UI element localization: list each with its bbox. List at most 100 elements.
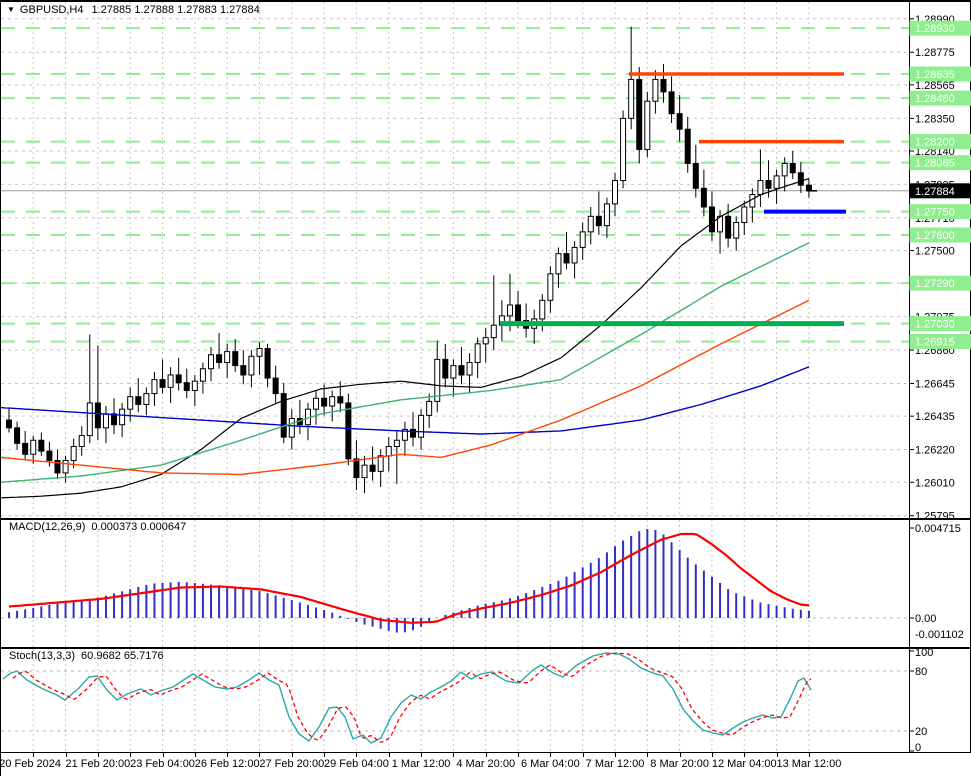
time-axis-label: 13 Mar 12:00 [776,758,842,770]
candle-body [539,299,546,320]
candle-body [111,413,118,426]
candle-body [6,419,12,429]
time-axis-tick [259,753,261,757]
time-axis-tick [194,753,196,757]
time-axis-tick [615,753,616,757]
candle-body [183,382,190,391]
chart-title: ▼ GBPUSD,H4 1.27885 1.27888 1.27883 1.2788… [7,4,260,16]
candle-body [628,78,635,119]
macd-values: 0.000373 0.000647 [91,521,187,533]
stoch-name: Stoch(13,3,3) [9,650,76,662]
candle-body [248,355,255,376]
candle-body [14,427,21,444]
candle-body [337,396,344,404]
time-axis-tick [324,753,326,757]
candle-body [765,180,772,189]
price-axis-label: 1.26010 [915,477,955,489]
candle-body [30,439,37,455]
macd-name: MACD(12,26,9) [9,521,86,533]
price-level-badge-label: 1.27030 [915,319,955,331]
candle-body [62,459,69,474]
candle-body [240,365,247,376]
time-axis-label: 1 Mar 12:00 [391,758,451,770]
candle-body [442,358,449,379]
candle-body [684,128,691,164]
price-level-badge-label: 1.28635 [915,69,955,81]
candle-body [119,408,126,426]
candle-body [725,215,732,239]
candle-body [612,180,618,205]
candle-body [636,78,643,150]
stoch-axis-label: 80 [915,666,927,678]
candle-body [708,206,715,233]
candle-body [393,439,400,447]
time-axis-tick [776,753,778,757]
price-axis-label: 1.26645 [915,378,955,390]
candle-body [555,253,562,275]
macd-signal-line [8,532,810,624]
candle-body [345,402,352,460]
candle-body [256,348,263,357]
candle-body [458,365,465,376]
stoch-axis-label: 0 [915,742,921,753]
candle-body [159,379,166,388]
time-axis[interactable]: 20 Feb 2024 21 Feb 20:00 23 Feb 04:00 26 Fe… [0,753,971,776]
candle-body [86,402,93,437]
price-axis-label: 1.25795 [915,511,955,519]
time-axis-label: 21 Feb 20:00 [65,758,131,770]
candle-body [595,215,602,227]
candle-body [474,343,481,364]
price-axis-label: 1.28350 [915,113,955,125]
candle-body [175,374,182,384]
candle-body [102,413,109,429]
candle-body [369,464,376,472]
stoch-values: 60.9682 65.7176 [81,650,164,662]
main-chart-panel[interactable]: 1.289901.287751.285651.283501.281401.279… [1,1,971,519]
candle-body [38,439,45,452]
price-axis-label: 1.26220 [915,445,955,457]
candle-body [216,354,223,364]
horizontal-gridlines [1,18,909,517]
collapse-quotes-icon[interactable]: ▼ [7,5,15,14]
time-axis-tick [97,753,99,757]
candle-body [587,215,594,233]
candle-body [660,78,667,93]
candle-body [313,397,320,410]
candle-body [571,246,578,264]
candle-body [361,464,368,479]
macd-panel[interactable]: 0.004715 0.00 -0.001102 [1,519,971,648]
candle-body [579,231,586,248]
stoch-panel[interactable]: 100 80 20 0 [1,648,971,753]
macd-axis-label: -0.001102 [915,629,964,641]
candle-body [288,417,295,438]
candle-body [563,253,570,264]
candle-body [692,162,699,189]
candle-body [603,203,610,227]
candle-body [781,162,788,177]
time-axis-tick [356,753,358,757]
candle-body [676,113,683,130]
candle-body [426,400,433,416]
candles-layer [6,26,812,494]
price-level-badge-label: 1.28930 [915,23,955,35]
candle-body [329,396,336,407]
time-axis-label: 26 Feb 12:00 [194,758,260,770]
time-axis-label: 7 Mar 12:00 [585,758,645,770]
candle-body [224,351,231,364]
candle-body [620,117,627,182]
candle-body [789,162,796,174]
price-level-badge-label: 1.28065 [915,158,955,170]
time-axis-label: 8 Mar 20:00 [650,758,709,770]
candle-body [353,458,360,479]
time-axis-tick [647,753,649,757]
time-axis-tick [744,753,746,757]
price-level-badge-label: 1.26915 [915,337,955,349]
time-axis-label: 23 Feb 04:00 [130,758,195,770]
candle-body [450,365,457,379]
time-axis-label: 27 Feb 20:00 [259,758,325,770]
candle-body [644,100,651,150]
price-level-badge-label: 1.28480 [915,93,955,105]
candle-body [191,380,198,391]
candle-body [490,324,497,339]
candle-body [741,206,748,224]
